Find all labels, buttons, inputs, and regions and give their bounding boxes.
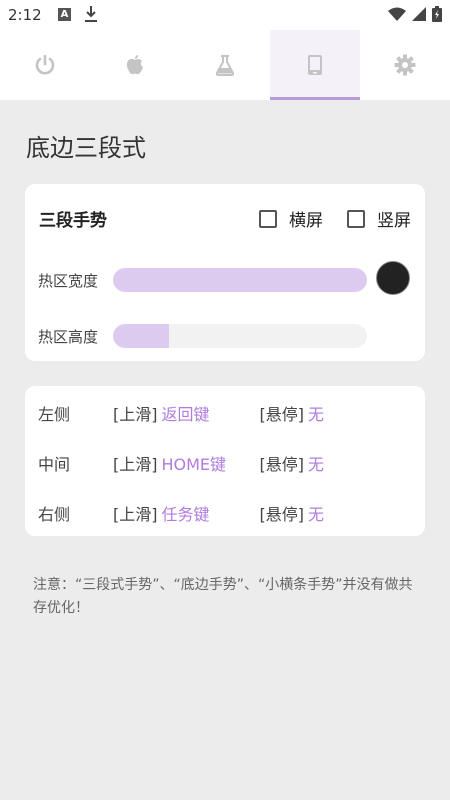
coexistence-note: 注意：“三段式手势”、“底边手势”、“小横条手势”并没有做共存优化！ <box>33 577 413 616</box>
landscape-checkbox[interactable]: 横屏 <box>259 206 323 231</box>
tab-apple[interactable] <box>90 30 180 100</box>
action-side-label: 左侧 <box>38 405 71 424</box>
portrait-checkbox[interactable]: 竖屏 <box>347 206 411 231</box>
action-hold-value[interactable]: 无 <box>308 451 324 475</box>
action-hold-label: [悬停] <box>259 505 305 524</box>
hotzone-width-label: 热区宽度 <box>38 272 99 290</box>
signal-icon <box>412 7 426 21</box>
gesture-card-title: 三段手势 <box>39 211 107 231</box>
hotzone-height-fill <box>113 324 169 348</box>
page-title: 底边三段式 <box>26 134 146 162</box>
apple-icon <box>126 55 143 75</box>
action-row-left[interactable]: 左侧 [上滑] 返回键 [悬停] 无 <box>38 401 324 425</box>
portrait-label: 竖屏 <box>377 211 411 231</box>
action-row-middle[interactable]: 中间 [上滑] HOME键 [悬停] 无 <box>38 451 324 475</box>
action-hold-value[interactable]: 无 <box>308 401 324 425</box>
gesture-settings-card: 三段手势 横屏 竖屏 热区宽度 热区高度 <box>25 184 425 361</box>
tab-gesture[interactable] <box>270 30 360 100</box>
hotzone-width-slider[interactable] <box>113 268 367 292</box>
hotzone-height-slider[interactable] <box>113 324 367 348</box>
phone-icon <box>308 55 322 75</box>
flask-icon <box>215 55 235 76</box>
action-up-label: [上滑] <box>113 455 158 474</box>
gesture-actions-card: 左侧 [上滑] 返回键 [悬停] 无 中间 [上滑] HOME键 [悬停] 无 … <box>25 386 425 536</box>
action-hold-label: [悬停] <box>259 455 305 474</box>
landscape-label: 横屏 <box>289 211 323 231</box>
action-up-value[interactable]: 任务键 <box>162 501 260 525</box>
tab-power[interactable] <box>0 30 90 100</box>
status-bar: 2:12 A <box>0 0 450 30</box>
action-side-label: 右侧 <box>38 505 71 524</box>
action-up-label: [上滑] <box>113 405 158 424</box>
portrait-checkbox-box[interactable] <box>347 209 365 228</box>
tab-settings[interactable] <box>360 30 450 100</box>
tab-bar <box>0 30 450 100</box>
app-notification-icon: A <box>58 8 71 21</box>
download-icon <box>85 6 97 22</box>
action-hold-value[interactable]: 无 <box>308 501 324 525</box>
color-picker-swatch[interactable] <box>376 261 410 295</box>
gear-icon <box>394 54 416 76</box>
hotzone-width-fill <box>113 268 367 292</box>
action-hold-label: [悬停] <box>259 405 305 424</box>
action-up-value[interactable]: HOME键 <box>162 451 260 475</box>
action-row-right[interactable]: 右侧 [上滑] 任务键 [悬停] 无 <box>38 501 324 525</box>
battery-icon <box>432 6 442 22</box>
action-side-label: 中间 <box>38 455 71 474</box>
action-up-value[interactable]: 返回键 <box>162 401 260 425</box>
status-time: 2:12 <box>8 6 42 24</box>
wifi-icon <box>388 7 406 21</box>
action-up-label: [上滑] <box>113 505 158 524</box>
power-icon <box>35 54 55 75</box>
hotzone-height-label: 热区高度 <box>38 328 99 346</box>
landscape-checkbox-box[interactable] <box>259 209 277 228</box>
tab-lab[interactable] <box>180 30 270 100</box>
